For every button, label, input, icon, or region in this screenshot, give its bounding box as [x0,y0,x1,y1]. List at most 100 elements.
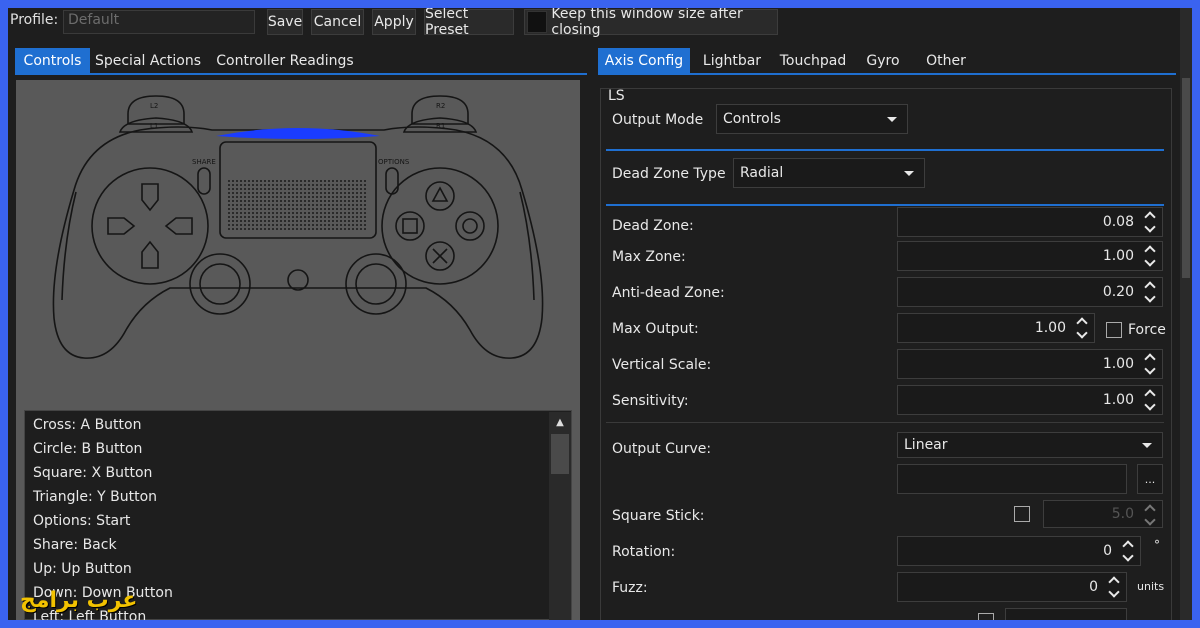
tab-other[interactable]: Other [914,48,978,74]
rotation-spinner[interactable]: 0 [897,536,1141,566]
anti-dead-zone-label: Anti-dead Zone: [612,285,725,301]
profile-label: Profile: [10,12,59,28]
square-stick-checkbox[interactable] [1014,506,1030,522]
keep-window-size-toggle[interactable]: Keep this window size after closing [524,8,778,38]
tab-lightbar[interactable]: Lightbar [696,48,768,74]
decrement-icon[interactable] [1144,514,1156,526]
sensitivity-label: Sensitivity: [612,393,689,409]
fuzz-spinner[interactable]: 0 [897,572,1127,602]
list-item[interactable]: Cross: A Button [33,417,141,433]
tab-axis-config[interactable]: Axis Config [598,48,690,74]
dead-zone-value: 0.08 [1102,214,1134,230]
list-item[interactable]: Share: Back [33,537,117,553]
dead-zone-type-dropdown[interactable]: Radial [733,158,925,188]
max-output-spinner[interactable]: 1.00 [897,313,1095,343]
decrement-icon[interactable] [1144,221,1156,233]
max-output-label: Max Output: [612,321,699,337]
cancel-button[interactable]: Cancel [311,9,364,35]
partial-spinner[interactable] [1005,608,1127,620]
force-checkbox[interactable] [1106,322,1122,338]
list-item[interactable]: Square: X Button [33,465,152,481]
square-stick-value: 5.0 [1111,506,1134,522]
scrollbar-thumb[interactable] [1182,78,1190,278]
vertical-scale-label: Vertical Scale: [612,357,712,373]
anti-dead-zone-spinner[interactable]: 0.20 [897,277,1163,307]
stick-group-title: LS [608,88,625,104]
decrement-icon[interactable] [1144,255,1156,267]
controller-body [52,126,544,359]
chevron-down-icon [1142,443,1152,448]
decrement-icon[interactable] [1144,399,1156,411]
output-curve-label: Output Curve: [612,441,712,457]
output-curve-dropdown[interactable]: Linear [897,432,1163,458]
force-label: Force [1128,322,1166,338]
partial-checkbox[interactable] [978,613,994,620]
share-label: SHARE [192,158,216,166]
dpad-down-shape [141,240,159,269]
r1-label: R1 [436,122,445,130]
options-button-shape [385,167,399,195]
list-item[interactable]: Options: Start [33,513,130,529]
l1-label: L1 [150,122,158,130]
chevron-down-icon [904,171,914,176]
browse-curve-button[interactable]: ... [1137,464,1163,494]
decrement-icon[interactable] [1076,327,1088,339]
custom-curve-input[interactable] [897,464,1127,494]
tab-controls[interactable]: Controls [15,48,90,74]
circle-button-shape [455,211,485,241]
tab-controller-readings[interactable]: Controller Readings [210,48,360,74]
output-curve-value: Linear [904,437,948,453]
max-zone-spinner[interactable]: 1.00 [897,241,1163,271]
output-mode-dropdown[interactable]: Controls [716,104,908,134]
dpad-left-shape [107,217,136,235]
rotation-value: 0 [1103,543,1112,559]
dead-zone-label: Dead Zone: [612,218,694,234]
dead-zone-spinner[interactable]: 0.08 [897,207,1163,237]
mapping-list-scrollbar[interactable]: ▲ [549,412,571,620]
select-preset-button[interactable]: Select Preset [424,8,514,38]
profile-name-input[interactable]: Default [63,10,255,34]
decrement-icon[interactable] [1144,363,1156,375]
save-button[interactable]: Save [267,9,303,35]
section-divider [606,149,1164,151]
tab-gyro[interactable]: Gyro [858,48,908,74]
list-item[interactable]: Circle: B Button [33,441,142,457]
right-tab-underline [598,73,1176,75]
apply-button[interactable]: Apply [372,9,416,35]
fuzz-unit: units [1137,580,1165,593]
triangle-button-shape [425,181,455,211]
r2-button-shape [411,95,469,125]
dead-zone-type-value: Radial [740,165,784,181]
dead-zone-type-label: Dead Zone Type [612,166,726,182]
decrement-icon[interactable] [1108,586,1120,598]
square-button-shape [395,211,425,241]
scrollbar-thumb[interactable] [551,434,569,474]
max-zone-value: 1.00 [1102,248,1134,264]
vertical-scale-spinner[interactable]: 1.00 [897,349,1163,379]
sensitivity-spinner[interactable]: 1.00 [897,385,1163,415]
tab-special-actions[interactable]: Special Actions [92,48,204,74]
chevron-down-icon [887,117,897,122]
list-item[interactable]: Up: Up Button [33,561,132,577]
keep-window-size-label: Keep this window size after closing [551,8,743,38]
l2-label: L2 [150,102,158,110]
section-divider [606,204,1164,206]
rotation-label: Rotation: [612,544,676,560]
panel-scrollbar[interactable] [1180,8,1192,620]
app-window: Profile: Default Save Cancel Apply Selec… [8,8,1192,620]
rotation-unit: ° [1154,538,1160,552]
keep-window-size-checkbox[interactable] [527,11,548,33]
decrement-icon[interactable] [1144,291,1156,303]
list-item[interactable]: Triangle: Y Button [33,489,157,505]
anti-dead-zone-value: 0.20 [1102,284,1134,300]
l2-button-shape [127,95,185,125]
square-stick-roundness-spinner[interactable]: 5.0 [1043,500,1163,528]
decrement-icon[interactable] [1122,550,1134,562]
scroll-up-icon[interactable]: ▲ [549,412,571,432]
fuzz-label: Fuzz: [612,580,648,596]
controller-image: L2 L1 R2 R1 SHARE OPTIONS [52,95,544,359]
watermark-logo: عرب برامج [20,588,138,613]
options-label: OPTIONS [378,158,410,166]
share-button-shape [197,167,211,195]
tab-touchpad[interactable]: Touchpad [774,48,852,74]
